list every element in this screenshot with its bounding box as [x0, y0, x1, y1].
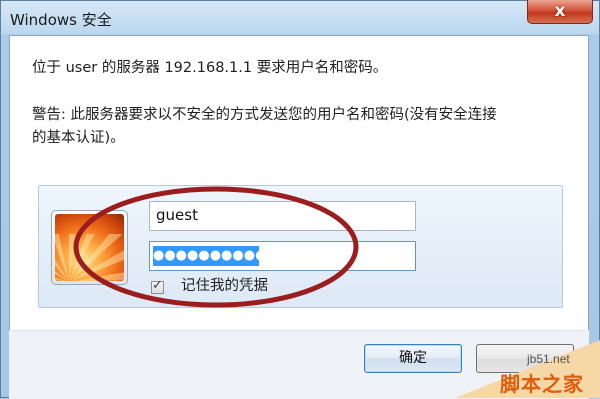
server-request-message: 位于 user 的服务器 192.168.1.1 要求用户名和密码。	[32, 60, 388, 76]
warning-message-line-2: 的基本认证)。	[32, 130, 125, 146]
password-selection: ●●●●●●●●●●	[153, 246, 266, 266]
watermark-logo-text: 脚本之家	[500, 372, 584, 396]
watermark-url: jb51.net	[527, 352, 570, 366]
flower-avatar-image	[55, 214, 124, 281]
remember-checkbox[interactable]: ✓	[151, 278, 164, 294]
password-input[interactable]: ●●●●●●●●●●	[149, 241, 416, 271]
close-button[interactable]: x	[527, 0, 593, 24]
checkmark-icon: ✓	[152, 278, 163, 293]
username-input[interactable]: guest	[149, 201, 416, 231]
ok-button[interactable]: 确定	[364, 344, 462, 373]
window-title: Windows 安全	[10, 11, 112, 29]
remember-credentials-label[interactable]: 记住我的凭据	[181, 273, 268, 299]
close-icon: x	[554, 1, 566, 21]
user-avatar	[51, 210, 128, 285]
